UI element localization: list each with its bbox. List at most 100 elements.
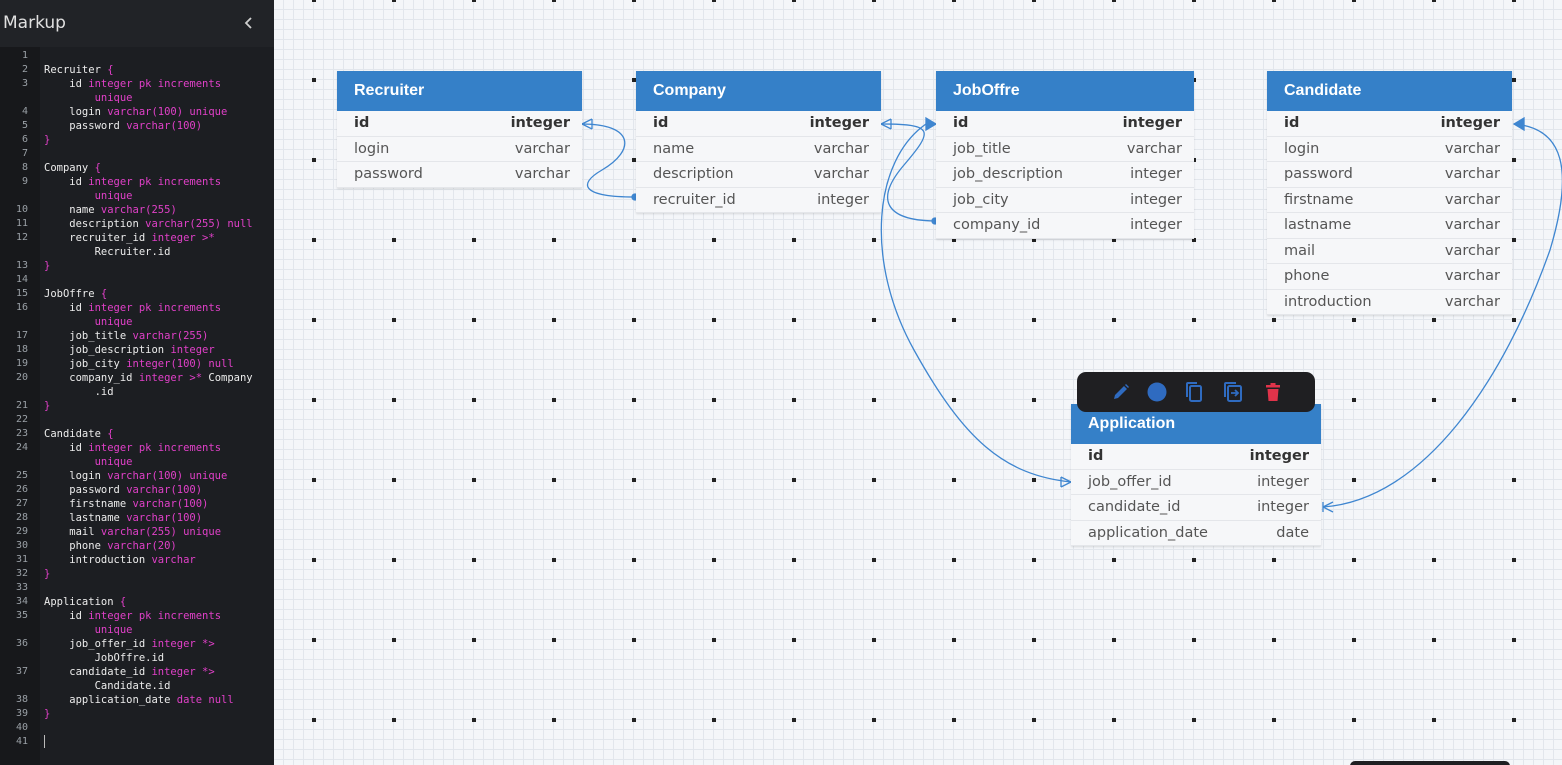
field-row[interactable]: job_offer_id integer — [1071, 470, 1321, 495]
bottom-controls[interactable] — [1350, 761, 1510, 765]
field-row[interactable]: id integer — [1071, 444, 1321, 470]
field-row[interactable]: job_city integer — [936, 188, 1194, 213]
code-line[interactable]: 24 id integer pk increments — [0, 441, 274, 455]
grid-dot — [1112, 718, 1116, 722]
table-candidate[interactable]: Candidate id integer login varchar password va… — [1267, 71, 1512, 315]
code-line[interactable]: 25 login varchar(100) unique — [0, 469, 274, 483]
code-line[interactable]: 8 Company { — [0, 161, 274, 175]
code-line[interactable]: 10 name varchar(255) — [0, 203, 274, 217]
grid-dot — [1032, 478, 1036, 482]
code-line[interactable]: 20 company_id integer >* Company — [0, 371, 274, 385]
code-line[interactable]: 7 — [0, 147, 274, 161]
grid-dot — [632, 718, 636, 722]
code-line[interactable]: Recruiter.id — [0, 245, 274, 259]
code-line[interactable]: 5 password varchar(100) — [0, 119, 274, 133]
table-header[interactable]: JobOffre — [936, 71, 1194, 111]
code-line[interactable]: 27 firstname varchar(100) — [0, 497, 274, 511]
line-number: 8 — [21, 162, 28, 173]
table-joboffre[interactable]: JobOffre id integer job_title varchar job_des… — [936, 71, 1194, 239]
field-row[interactable]: candidate_id integer — [1071, 495, 1321, 521]
field-row[interactable]: id integer — [936, 111, 1194, 137]
field-row[interactable]: phone varchar — [1267, 264, 1512, 290]
code-line[interactable]: 28 lastname varchar(100) — [0, 511, 274, 525]
code-line[interactable]: unique — [0, 91, 274, 105]
table-header[interactable]: Company — [636, 71, 881, 111]
table-company[interactable]: Company id integer name varchar description va… — [636, 71, 881, 213]
trash-icon[interactable] — [1261, 380, 1285, 404]
table-recruiter[interactable]: Recruiter id integer login varchar password va… — [337, 71, 582, 188]
line-number: 19 — [15, 358, 28, 369]
code-line[interactable]: 18 job_description integer — [0, 343, 274, 357]
code-line[interactable]: 22 — [0, 413, 274, 427]
field-row[interactable]: id integer — [1267, 111, 1512, 137]
code-line[interactable]: 12 recruiter_id integer >* — [0, 231, 274, 245]
pencil-icon[interactable] — [1109, 380, 1133, 404]
field-row[interactable]: lastname varchar — [1267, 213, 1512, 239]
field-row[interactable]: firstname varchar — [1267, 188, 1512, 213]
code-line[interactable]: 21} — [0, 399, 274, 413]
code-line[interactable]: 1 — [0, 49, 274, 63]
code-editor[interactable]: 1 2 Recruiter {3 id integer pk increments … — [0, 49, 274, 749]
field-row[interactable]: company_id integer — [936, 213, 1194, 239]
code-line[interactable]: 9 id integer pk increments — [0, 175, 274, 189]
copy-icon[interactable] — [1182, 380, 1206, 404]
field-row[interactable]: id integer — [337, 111, 582, 137]
code-line[interactable]: 26 password varchar(100) — [0, 483, 274, 497]
code-line[interactable]: 4 login varchar(100) unique — [0, 105, 274, 119]
code-line[interactable]: Candidate.id — [0, 679, 274, 693]
field-row[interactable]: mail varchar — [1267, 239, 1512, 264]
code-line[interactable]: 29 mail varchar(255) unique — [0, 525, 274, 539]
code-line[interactable]: 17 job_title varchar(255) — [0, 329, 274, 343]
code-line[interactable]: 6} — [0, 133, 274, 147]
code-line[interactable]: 23 Candidate { — [0, 427, 274, 441]
code-line[interactable]: 30 phone varchar(20) — [0, 539, 274, 553]
code-line[interactable]: 36 job_offer_id integer *> — [0, 637, 274, 651]
code-line[interactable]: 19 job_city integer(100) null — [0, 357, 274, 371]
code-line[interactable]: 35 id integer pk increments — [0, 609, 274, 623]
code-line[interactable]: unique — [0, 315, 274, 329]
color-dot-icon[interactable] — [1145, 380, 1169, 404]
field-row[interactable]: job_title varchar — [936, 137, 1194, 162]
field-row[interactable]: id integer — [636, 111, 881, 137]
field-row[interactable]: login varchar — [1267, 137, 1512, 162]
table-header[interactable]: Candidate — [1267, 71, 1512, 111]
field-row[interactable]: password varchar — [1267, 162, 1512, 188]
diagram-canvas[interactable]: Recruiter id integer login varchar password va… — [274, 0, 1562, 765]
code-line[interactable]: unique — [0, 455, 274, 469]
code-line[interactable]: 38 application_date date null — [0, 693, 274, 707]
field-row[interactable]: login varchar — [337, 137, 582, 162]
code-line[interactable]: JobOffre.id — [0, 651, 274, 665]
code-line[interactable]: 3 id integer pk increments — [0, 77, 274, 91]
code-line[interactable]: 13} — [0, 259, 274, 273]
code-line[interactable]: .id — [0, 385, 274, 399]
code-line[interactable]: 33 — [0, 581, 274, 595]
field-row[interactable]: recruiter_id integer — [636, 188, 881, 213]
code-line[interactable]: 32} — [0, 567, 274, 581]
grid-dot — [552, 0, 556, 2]
code-line[interactable]: 16 id integer pk increments — [0, 301, 274, 315]
field-row[interactable]: introduction varchar — [1267, 290, 1512, 315]
field-type: varchar — [1444, 242, 1500, 259]
code-line[interactable]: 2 Recruiter { — [0, 63, 274, 77]
chevron-left-icon[interactable] — [240, 12, 258, 34]
field-row[interactable]: password varchar — [337, 162, 582, 188]
code-line[interactable]: 31 introduction varchar — [0, 553, 274, 567]
code-line[interactable]: 15 JobOffre { — [0, 287, 274, 301]
code-line[interactable]: 34 Application { — [0, 595, 274, 609]
table-application[interactable]: Application id integer job_offer_id integer c… — [1071, 404, 1321, 546]
field-row[interactable]: description varchar — [636, 162, 881, 188]
duplicate-icon[interactable] — [1221, 380, 1245, 404]
code-line[interactable]: 39} — [0, 707, 274, 721]
table-header[interactable]: Recruiter — [337, 71, 582, 111]
field-row[interactable]: application_date date — [1071, 521, 1321, 546]
line-content: company_id integer >* Company — [44, 372, 253, 384]
field-row[interactable]: job_description integer — [936, 162, 1194, 188]
code-line[interactable]: 40 — [0, 721, 274, 735]
code-line[interactable]: unique — [0, 189, 274, 203]
field-row[interactable]: name varchar — [636, 137, 881, 162]
code-line[interactable]: 37 candidate_id integer *> — [0, 665, 274, 679]
code-line[interactable]: 41 — [0, 735, 274, 749]
code-line[interactable]: 14 — [0, 273, 274, 287]
code-line[interactable]: 11 description varchar(255) null — [0, 217, 274, 231]
code-line[interactable]: unique — [0, 623, 274, 637]
